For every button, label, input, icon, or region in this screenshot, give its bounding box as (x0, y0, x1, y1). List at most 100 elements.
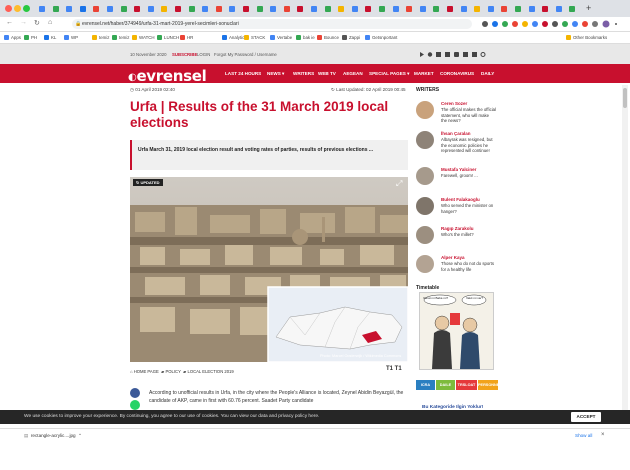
bookmark-item[interactable]: Getsnportant (365, 32, 397, 43)
writer-name[interactable]: Ragıp Zarakolu (441, 226, 474, 231)
article-photo[interactable] (130, 177, 408, 362)
nav-daily[interactable]: DAILY (481, 71, 494, 76)
browser-tab[interactable] (349, 3, 362, 15)
browser-tab[interactable] (199, 3, 212, 15)
browser-tab[interactable] (308, 3, 321, 15)
show-all-downloads[interactable]: Show all (575, 433, 592, 438)
social-icons[interactable] (418, 51, 498, 58)
bookmark-item[interactable]: Vertabe (270, 32, 292, 43)
bookmark-item[interactable]: Analytics (222, 32, 247, 43)
browser-tab[interactable] (145, 3, 158, 15)
nav-special-pages[interactable]: SPECIAL PAGES ▾ (369, 71, 409, 77)
browser-tab[interactable] (50, 3, 63, 15)
browser-tab[interactable] (90, 3, 103, 15)
forgot-password-link[interactable]: Forgot My Password / Username (214, 52, 277, 57)
browser-tab[interactable] (390, 3, 403, 15)
browser-tab[interactable] (566, 3, 579, 15)
home-icon[interactable]: ⌂ (48, 19, 52, 26)
writer-headline[interactable]: The official makes the official statemen… (441, 107, 496, 124)
browser-tab[interactable] (322, 3, 335, 15)
nav-news[interactable]: NEWS ▾ (267, 71, 284, 77)
tab-trsloat[interactable]: TRSLOAT (456, 380, 477, 390)
site-logo[interactable]: ◐evrensel (128, 67, 207, 85)
browser-tab[interactable] (430, 3, 443, 15)
facebook-share-icon[interactable] (130, 388, 140, 398)
close-icon[interactable]: × (601, 432, 605, 438)
browser-tab[interactable] (417, 3, 430, 15)
bookmark-item[interactable]: STACK (244, 32, 265, 43)
writer-name[interactable]: Mustafa Yalciner (441, 167, 476, 172)
browser-tab[interactable] (267, 3, 280, 15)
browser-tab[interactable] (77, 3, 90, 15)
tab-icra[interactable]: ICRA (416, 380, 435, 390)
browser-tab[interactable] (485, 3, 498, 15)
font-size-controls[interactable]: T1 T1 (386, 366, 402, 372)
browser-tab[interactable] (254, 3, 267, 15)
bookmark-item[interactable]: Bounce (317, 32, 339, 43)
browser-tab[interactable] (471, 3, 484, 15)
cartoon-image[interactable] (419, 292, 494, 370)
nav-last-24-hours[interactable]: LAST 24 HOURS (225, 71, 261, 76)
bookmark-item[interactable]: HR (180, 32, 193, 43)
nav-coronavirus[interactable]: CORONAVIRUS (440, 71, 474, 76)
browser-tab[interactable] (213, 3, 226, 15)
chevron-up-icon[interactable]: ⌃ (78, 433, 82, 438)
url-field[interactable]: 🔒 evrensel.net/haber/374949/urfa-31-mart… (72, 19, 472, 29)
other-bookmarks[interactable]: Other Bookmarks (566, 32, 607, 43)
browser-tab[interactable] (458, 3, 471, 15)
scrollbar-thumb[interactable] (623, 88, 627, 108)
bookmark-item[interactable]: LUNCH (157, 32, 179, 43)
browser-tab[interactable] (172, 3, 185, 15)
browser-tab[interactable] (104, 3, 117, 15)
writer-name[interactable]: Alper Kaya (441, 255, 465, 260)
browser-tab[interactable] (158, 3, 171, 15)
writer-headline[interactable]: Who's the millet? (441, 232, 496, 238)
bookmark-item[interactable]: WP (64, 32, 78, 43)
browser-tab[interactable] (362, 3, 375, 15)
accept-cookies-button[interactable]: ACCEPT (571, 412, 601, 422)
writer-headline[interactable]: Farewell, groom! ... (441, 173, 496, 179)
expand-icon[interactable]: ⤢ (396, 180, 404, 188)
browser-tab[interactable] (294, 3, 307, 15)
browser-tab[interactable] (36, 3, 49, 15)
browser-tab[interactable] (403, 3, 416, 15)
breadcrumb-local-election[interactable]: LOCAL ELECTION 2019 (188, 369, 234, 374)
bookmark-item[interactable]: PH (24, 32, 37, 43)
browser-tab[interactable] (240, 3, 253, 15)
nav-writers[interactable]: WRITERS (293, 71, 314, 76)
writer-name[interactable]: İhsan Çaralan (441, 131, 471, 136)
whatsapp-share-icon[interactable] (130, 400, 140, 410)
writer-name[interactable]: Ceren Sozer (441, 101, 467, 106)
login-link[interactable]: LOGIN (197, 52, 210, 57)
breadcrumb-policy[interactable]: POLICY (166, 369, 181, 374)
forward-icon[interactable]: → (20, 19, 27, 26)
breadcrumb-home[interactable]: HOME PAGE (134, 369, 159, 374)
window-close-icon[interactable] (5, 5, 12, 12)
browser-tab[interactable] (63, 3, 76, 15)
tab-personnel[interactable]: PERSONNEL (478, 380, 502, 390)
writer-headline[interactable]: Who served the minister on hanger? (441, 203, 496, 214)
window-maximize-icon[interactable] (23, 5, 30, 12)
tab-daile[interactable]: DAILE (436, 380, 455, 390)
browser-tab[interactable] (186, 3, 199, 15)
nav-web-tv[interactable]: WEB TV (318, 71, 336, 76)
browser-tab[interactable] (444, 3, 457, 15)
bookmark-item[interactable]: WATCH (132, 32, 155, 43)
download-item[interactable]: ▤ rectangle-acrylic....jpg ⌃ (24, 433, 82, 439)
browser-tab[interactable] (131, 3, 144, 15)
browser-tab[interactable] (226, 3, 239, 15)
bookmark-item[interactable]: KL (44, 32, 56, 43)
browser-tab[interactable] (498, 3, 511, 15)
page-scrollbar[interactable] (622, 85, 628, 410)
browser-tab[interactable] (376, 3, 389, 15)
extension-icons-strip[interactable] (480, 19, 620, 29)
writer-name[interactable]: Bulent Falakaoglu (441, 197, 480, 202)
browser-tab[interactable] (553, 3, 566, 15)
new-tab-icon[interactable]: + (586, 3, 591, 13)
bookmark-item[interactable]: Apps (4, 32, 21, 43)
window-minimize-icon[interactable] (14, 5, 21, 12)
nav-aegean[interactable]: AEGEAN (343, 71, 363, 76)
nav-market[interactable]: MARKET (414, 71, 434, 76)
browser-tab[interactable] (539, 3, 552, 15)
browser-tab[interactable] (526, 3, 539, 15)
